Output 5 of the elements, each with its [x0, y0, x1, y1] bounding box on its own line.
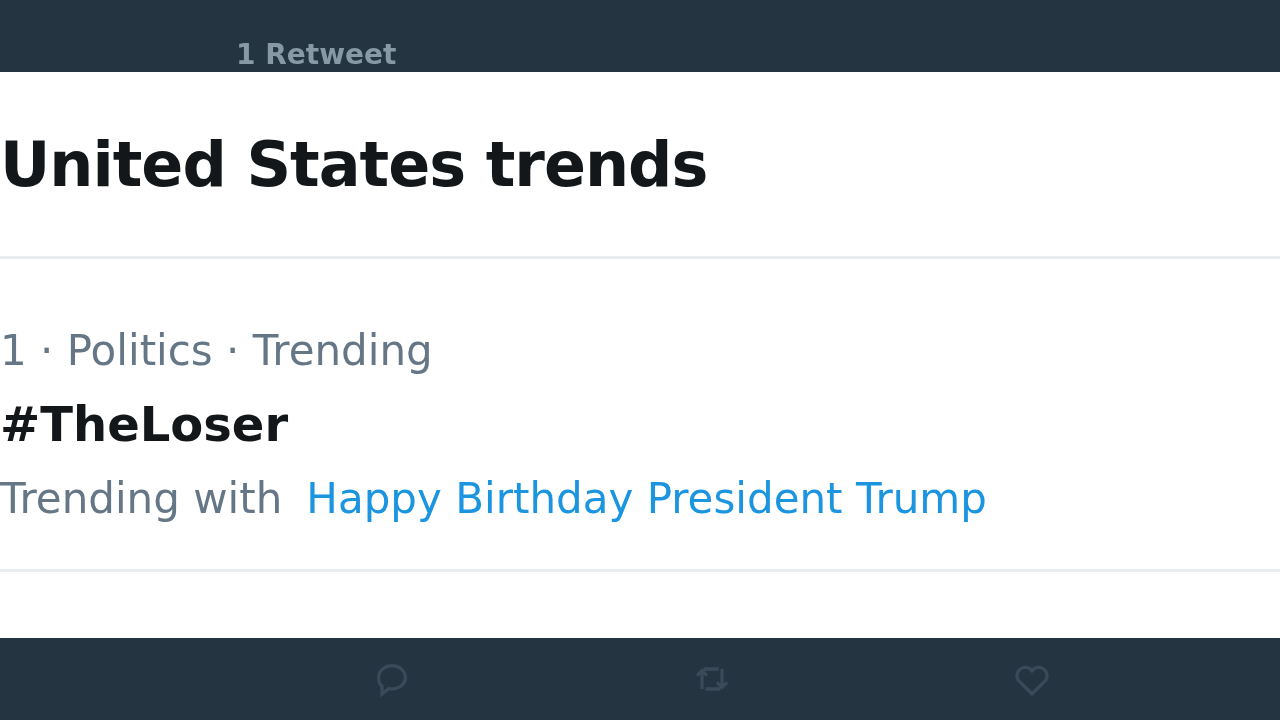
panel-title: United States trends — [0, 72, 1280, 259]
retweet-count: 1 Retweet — [236, 38, 397, 72]
trending-with-label: Trending with — [0, 473, 283, 525]
trend-name[interactable]: #TheLoser — [0, 379, 1280, 469]
trend-meta: 1 · Politics · Trending — [0, 325, 434, 377]
